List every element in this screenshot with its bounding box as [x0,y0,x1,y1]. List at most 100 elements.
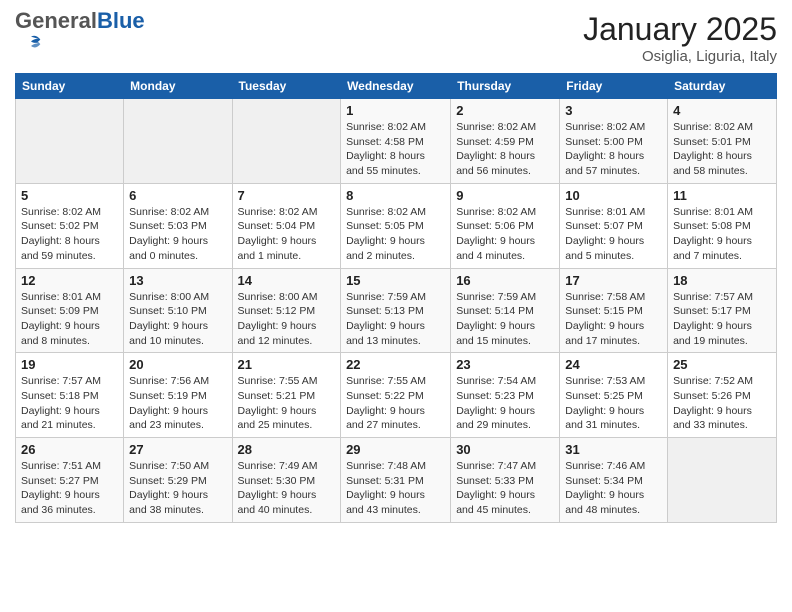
day-number: 28 [238,442,336,457]
day-number: 7 [238,188,336,203]
day-info: Sunrise: 8:02 AMSunset: 5:06 PMDaylight:… [456,205,554,264]
day-cell: 11 Sunrise: 8:01 AMSunset: 5:08 PMDayligh… [668,183,777,268]
day-info: Sunrise: 7:46 AMSunset: 5:34 PMDaylight:… [565,459,662,518]
day-info: Sunrise: 8:02 AMSunset: 4:58 PMDaylight:… [346,120,445,179]
day-info: Sunrise: 7:55 AMSunset: 5:21 PMDaylight:… [238,374,336,433]
day-info: Sunrise: 7:51 AMSunset: 5:27 PMDaylight:… [21,459,118,518]
week-row-5: 26 Sunrise: 7:51 AMSunset: 5:27 PMDayligh… [16,438,777,523]
header: GeneralBlue January 2025 Osiglia, Liguri… [15,10,777,65]
day-info: Sunrise: 7:47 AMSunset: 5:33 PMDaylight:… [456,459,554,518]
day-number: 9 [456,188,554,203]
day-cell [16,99,124,184]
day-cell: 26 Sunrise: 7:51 AMSunset: 5:27 PMDayligh… [16,438,124,523]
day-info: Sunrise: 8:02 AMSunset: 5:01 PMDaylight:… [673,120,771,179]
day-cell: 23 Sunrise: 7:54 AMSunset: 5:23 PMDayligh… [451,353,560,438]
day-number: 5 [21,188,118,203]
day-info: Sunrise: 7:59 AMSunset: 5:13 PMDaylight:… [346,290,445,349]
day-info: Sunrise: 8:01 AMSunset: 5:08 PMDaylight:… [673,205,771,264]
day-number: 3 [565,103,662,118]
day-cell: 31 Sunrise: 7:46 AMSunset: 5:34 PMDayligh… [560,438,668,523]
day-cell: 5Sunrise: 8:02 AMSunset: 5:02 PMDaylight… [16,183,124,268]
day-cell: 18 Sunrise: 7:57 AMSunset: 5:17 PMDayligh… [668,268,777,353]
calendar-header: SundayMondayTuesdayWednesdayThursdayFrid… [16,74,777,99]
day-cell: 20 Sunrise: 7:56 AMSunset: 5:19 PMDayligh… [124,353,232,438]
day-info: Sunrise: 8:02 AMSunset: 5:00 PMDaylight:… [565,120,662,179]
day-number: 11 [673,188,771,203]
day-number: 27 [129,442,226,457]
calendar-table: SundayMondayTuesdayWednesdayThursdayFrid… [15,73,777,523]
day-info: Sunrise: 8:02 AMSunset: 5:04 PMDaylight:… [238,205,336,264]
calendar-body: 1Sunrise: 8:02 AMSunset: 4:58 PMDaylight… [16,99,777,523]
day-cell [124,99,232,184]
day-number: 6 [129,188,226,203]
day-info: Sunrise: 8:02 AMSunset: 4:59 PMDaylight:… [456,120,554,179]
day-info: Sunrise: 8:01 AMSunset: 5:09 PMDaylight:… [21,290,118,349]
day-number: 26 [21,442,118,457]
day-cell [232,99,341,184]
calendar-title: January 2025 [583,11,777,48]
day-info: Sunrise: 8:02 AMSunset: 5:05 PMDaylight:… [346,205,445,264]
day-number: 25 [673,357,771,372]
weekday-header-tuesday: Tuesday [232,74,341,99]
day-number: 14 [238,273,336,288]
day-cell: 9 Sunrise: 8:02 AMSunset: 5:06 PMDaylight… [451,183,560,268]
day-number: 17 [565,273,662,288]
day-cell: 28 Sunrise: 7:49 AMSunset: 5:30 PMDayligh… [232,438,341,523]
day-info: Sunrise: 7:59 AMSunset: 5:14 PMDaylight:… [456,290,554,349]
day-cell: 4 Sunrise: 8:02 AMSunset: 5:01 PMDaylight… [668,99,777,184]
day-number: 13 [129,273,226,288]
day-info: Sunrise: 7:56 AMSunset: 5:19 PMDaylight:… [129,374,226,433]
weekday-header-friday: Friday [560,74,668,99]
day-cell: 7 Sunrise: 8:02 AMSunset: 5:04 PMDaylight… [232,183,341,268]
day-info: Sunrise: 7:50 AMSunset: 5:29 PMDaylight:… [129,459,226,518]
calendar-subtitle: Osiglia, Liguria, Italy [583,48,777,65]
day-cell: 6Sunrise: 8:02 AMSunset: 5:03 PMDaylight… [124,183,232,268]
day-number: 10 [565,188,662,203]
day-info: Sunrise: 7:53 AMSunset: 5:25 PMDaylight:… [565,374,662,433]
weekday-header-row: SundayMondayTuesdayWednesdayThursdayFrid… [16,74,777,99]
day-cell: 30Sunrise: 7:47 AMSunset: 5:33 PMDayligh… [451,438,560,523]
day-cell [668,438,777,523]
day-number: 22 [346,357,445,372]
logo-blue-text: Blue [97,8,145,33]
logo: GeneralBlue [15,10,145,65]
weekday-header-sunday: Sunday [16,74,124,99]
day-number: 8 [346,188,445,203]
day-number: 23 [456,357,554,372]
day-cell: 29Sunrise: 7:48 AMSunset: 5:31 PMDayligh… [341,438,451,523]
day-number: 18 [673,273,771,288]
week-row-4: 19Sunrise: 7:57 AMSunset: 5:18 PMDayligh… [16,353,777,438]
day-info: Sunrise: 8:00 AMSunset: 5:12 PMDaylight:… [238,290,336,349]
day-cell: 1Sunrise: 8:02 AMSunset: 4:58 PMDaylight… [341,99,451,184]
day-cell: 14 Sunrise: 8:00 AMSunset: 5:12 PMDayligh… [232,268,341,353]
day-cell: 8 Sunrise: 8:02 AMSunset: 5:05 PMDaylight… [341,183,451,268]
day-number: 2 [456,103,554,118]
day-cell: 19Sunrise: 7:57 AMSunset: 5:18 PMDayligh… [16,353,124,438]
weekday-header-monday: Monday [124,74,232,99]
day-number: 31 [565,442,662,457]
weekday-header-saturday: Saturday [668,74,777,99]
day-number: 29 [346,442,445,457]
week-row-3: 12Sunrise: 8:01 AMSunset: 5:09 PMDayligh… [16,268,777,353]
week-row-2: 5Sunrise: 8:02 AMSunset: 5:02 PMDaylight… [16,183,777,268]
day-cell: 2 Sunrise: 8:02 AMSunset: 4:59 PMDaylight… [451,99,560,184]
day-cell: 13Sunrise: 8:00 AMSunset: 5:10 PMDayligh… [124,268,232,353]
day-info: Sunrise: 7:55 AMSunset: 5:22 PMDaylight:… [346,374,445,433]
day-number: 15 [346,273,445,288]
day-info: Sunrise: 7:49 AMSunset: 5:30 PMDaylight:… [238,459,336,518]
day-info: Sunrise: 7:57 AMSunset: 5:18 PMDaylight:… [21,374,118,433]
day-cell: 24Sunrise: 7:53 AMSunset: 5:25 PMDayligh… [560,353,668,438]
logo-general-text: General [15,8,97,33]
day-info: Sunrise: 7:58 AMSunset: 5:15 PMDaylight:… [565,290,662,349]
day-number: 20 [129,357,226,372]
day-info: Sunrise: 7:57 AMSunset: 5:17 PMDaylight:… [673,290,771,349]
day-cell: 22 Sunrise: 7:55 AMSunset: 5:22 PMDayligh… [341,353,451,438]
day-info: Sunrise: 7:52 AMSunset: 5:26 PMDaylight:… [673,374,771,433]
title-block: January 2025 Osiglia, Liguria, Italy [583,11,777,65]
day-number: 4 [673,103,771,118]
day-cell: 16Sunrise: 7:59 AMSunset: 5:14 PMDayligh… [451,268,560,353]
day-info: Sunrise: 7:54 AMSunset: 5:23 PMDaylight:… [456,374,554,433]
day-number: 21 [238,357,336,372]
logo-icon [17,32,45,60]
day-cell: 10Sunrise: 8:01 AMSunset: 5:07 PMDayligh… [560,183,668,268]
